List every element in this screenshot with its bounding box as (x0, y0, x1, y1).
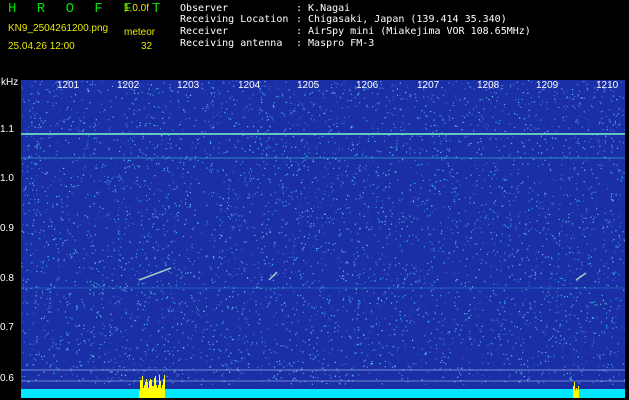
meteor-bar (149, 381, 150, 398)
x-tick-1205: 1205 (297, 80, 320, 91)
meteor-bar (154, 378, 155, 398)
file-name: KN9_2504261200.png (8, 23, 109, 34)
meteor-bar (152, 386, 153, 398)
meteor-bar (153, 386, 154, 398)
y-tick-0-8: 0.8 (0, 273, 14, 284)
meteor-bar (578, 386, 579, 398)
meteor-bar (144, 385, 145, 398)
meteor-bar (141, 380, 142, 398)
meteor-bar (139, 391, 140, 398)
meteor-bar (156, 385, 157, 398)
meteor-bar (158, 385, 159, 398)
meteor-bar (163, 379, 164, 398)
meteor-bar (142, 376, 143, 398)
spectrogram-canvas (21, 80, 625, 398)
meteor-bar (164, 375, 165, 398)
y-tick-1-1: 1.1 (0, 124, 14, 135)
header-panel: H R O F F T 1.0.0f KN9_2504261200.png me… (0, 0, 629, 78)
datetime-label: 25.04.26 12:00 (8, 41, 75, 52)
x-tick-1201: 1201 (57, 80, 80, 91)
meteor-bar (148, 388, 149, 398)
location-value: : Chigasaki, Japan (139.414 35.340) (296, 14, 507, 25)
meteor-bar (161, 388, 162, 398)
receiver-value: : AirSpy mini (Miakejima VOR 108.65MHz) (296, 26, 531, 37)
meteor-bar (159, 375, 160, 398)
spectrogram-plot (21, 80, 625, 398)
x-tick-1209: 1209 (536, 80, 559, 91)
y-tick-0-7: 0.7 (0, 322, 14, 333)
antenna-key: Receiving antenna (180, 38, 283, 49)
meteor-bar (574, 382, 575, 398)
observer-value: : K.Nagai (296, 3, 351, 14)
x-tick-1204: 1204 (238, 80, 261, 91)
x-tick-1208: 1208 (477, 80, 500, 91)
meteor-bar (143, 388, 144, 398)
version-label: 1.0.0f (124, 3, 150, 14)
meteor-bar (575, 391, 576, 398)
meteor-bar (150, 379, 151, 398)
meteor-bar (157, 388, 158, 398)
meteor-bar (160, 381, 161, 398)
meteor-bar (162, 385, 163, 398)
y-axis-unit: kHz (1, 77, 19, 88)
meteor-bar (146, 379, 147, 398)
meteor-label: meteor (124, 27, 156, 38)
x-tick-1210: 1210 (596, 80, 619, 91)
observer-key: Observer (180, 3, 229, 14)
x-tick-1203: 1203 (177, 80, 200, 91)
meteor-count: 32 (141, 41, 153, 52)
receiver-key: Receiver (180, 26, 229, 37)
meteor-bar (155, 376, 156, 398)
y-tick-0-6: 0.6 (0, 373, 14, 384)
meteor-bar (140, 380, 141, 398)
meteor-bar (573, 386, 574, 398)
meteor-bar (576, 388, 577, 398)
antenna-value: : Maspro FM-3 (296, 38, 375, 49)
meteor-bar (147, 382, 148, 398)
x-tick-1206: 1206 (356, 80, 379, 91)
y-tick-0-9: 0.9 (0, 223, 14, 234)
y-tick-1-0: 1.0 (0, 173, 14, 184)
location-key: Receiving Location (180, 14, 289, 25)
x-tick-1207: 1207 (417, 80, 440, 91)
meteor-bar (151, 380, 152, 398)
x-tick-1202: 1202 (117, 80, 140, 91)
meteor-bar (145, 382, 146, 398)
power-bar (21, 389, 625, 398)
meteor-bar (577, 390, 578, 398)
